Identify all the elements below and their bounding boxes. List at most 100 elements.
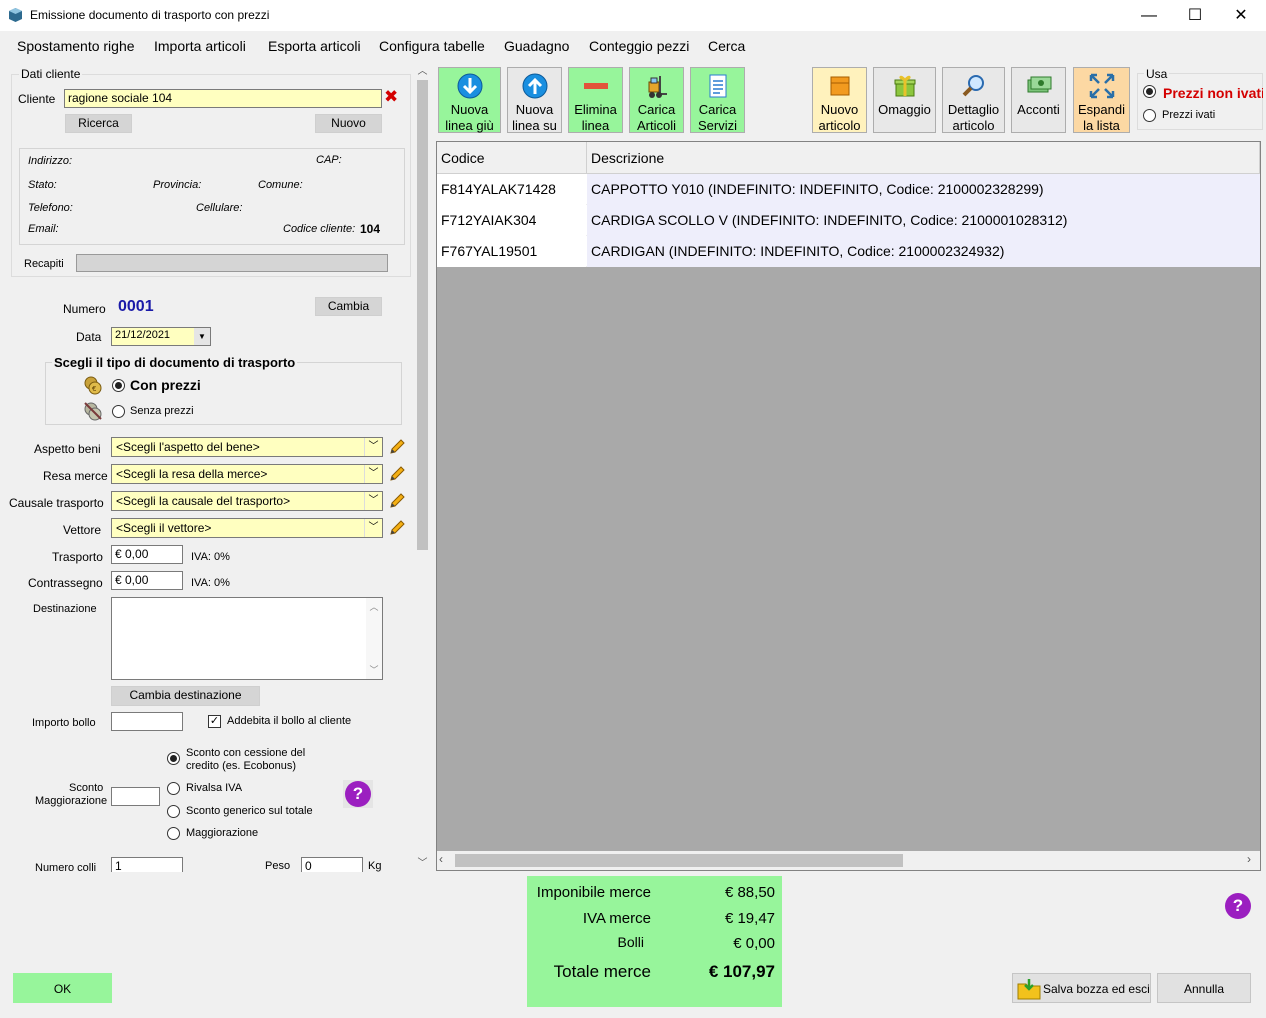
magnifier-icon bbox=[962, 75, 984, 97]
nuova-linea-giu-button[interactable]: Nuova linea giù bbox=[438, 67, 501, 133]
recapiti-field[interactable] bbox=[76, 254, 388, 272]
rivalsa-iva-label: Rivalsa IVA bbox=[186, 782, 243, 794]
textarea-scrollbar[interactable]: ︿ ﹀ bbox=[366, 598, 382, 679]
edit-causale-pencil-icon[interactable] bbox=[388, 492, 406, 510]
column-descrizione[interactable]: Descrizione bbox=[587, 142, 1260, 174]
resa-merce-value: <Scegli la resa della merce> bbox=[116, 467, 268, 481]
menu-configura-tabelle[interactable]: Configura tabelle bbox=[379, 38, 485, 54]
table-row[interactable]: F814YALAK71428 CAPPOTTO Y010 (INDEFINITO:… bbox=[437, 174, 1260, 205]
scroll-left-icon[interactable]: ‹ bbox=[439, 852, 453, 869]
maggiorazione-radio[interactable] bbox=[167, 827, 180, 840]
acconti-button[interactable]: Acconti bbox=[1011, 67, 1066, 133]
clear-cliente-icon[interactable]: ✖ bbox=[384, 88, 400, 105]
trasporto-input[interactable]: € 0,00 bbox=[111, 545, 183, 564]
peso-label: Peso bbox=[265, 860, 291, 872]
close-button[interactable]: ✕ bbox=[1218, 0, 1264, 31]
calendar-dropdown-icon[interactable]: ▼ bbox=[194, 328, 210, 345]
telefono-label: Telefono: bbox=[28, 202, 73, 214]
carica-articoli-button[interactable]: Carica Articoli bbox=[629, 67, 684, 133]
box-icon bbox=[830, 76, 849, 96]
sconto-input[interactable] bbox=[111, 787, 160, 806]
title-bar: Emissione documento di trasporto con pre… bbox=[0, 0, 1266, 31]
maximize-button[interactable]: ☐ bbox=[1172, 0, 1218, 31]
bolli-label: Bolli bbox=[617, 934, 644, 950]
senza-prezzi-radio[interactable] bbox=[112, 405, 125, 418]
table-row[interactable]: F767YAL19501 CARDIGAN (INDEFINITO: INDEFI… bbox=[437, 236, 1260, 267]
horizontal-scroll-thumb[interactable] bbox=[455, 854, 903, 867]
cell-descrizione[interactable]: CARDIGAN (INDEFINITO: INDEFINITO, Codice… bbox=[587, 236, 1260, 267]
data-input[interactable]: 21/12/2021 ▼ bbox=[111, 327, 211, 346]
scroll-up-icon[interactable]: ︿ bbox=[414, 62, 431, 79]
menu-guadagno[interactable]: Guadagno bbox=[504, 38, 569, 54]
scroll-right-icon[interactable]: › bbox=[1247, 852, 1259, 869]
cell-codice[interactable]: F814YALAK71428 bbox=[437, 174, 586, 205]
menu-conteggio-pezzi[interactable]: Conteggio pezzi bbox=[589, 38, 689, 54]
salva-bozza-button[interactable]: Salva bozza ed esci bbox=[1012, 973, 1151, 1003]
chevron-down-icon: ﹀ bbox=[364, 465, 382, 483]
grid-horizontal-scrollbar[interactable]: ‹ › bbox=[437, 851, 1260, 870]
causale-trasporto-select[interactable]: <Scegli la causale del trasporto> ﹀ bbox=[111, 491, 383, 511]
sconto-cessione-label-1: Sconto con cessione del bbox=[186, 747, 306, 759]
resa-merce-label: Resa merce bbox=[43, 469, 108, 483]
cambia-numero-button[interactable]: Cambia bbox=[315, 297, 382, 316]
ok-button[interactable]: OK bbox=[13, 973, 112, 1003]
prezzi-non-ivati-radio[interactable] bbox=[1143, 85, 1156, 98]
left-panel-scrollbar[interactable]: ︿ ﹀ bbox=[414, 62, 431, 872]
nuovo-cliente-button[interactable]: Nuovo bbox=[315, 114, 382, 133]
menu-spostamento-righe[interactable]: Spostamento righe bbox=[17, 38, 135, 54]
ricerca-button[interactable]: Ricerca bbox=[65, 114, 132, 133]
peso-unit: Kg bbox=[368, 860, 382, 872]
nuova-linea-su-button[interactable]: Nuova linea su bbox=[507, 67, 562, 133]
table-row[interactable]: F712YAIAK304 CARDIGA SCOLLO V (INDEFINITO… bbox=[437, 205, 1260, 236]
cliente-input[interactable]: ragione sociale 104 bbox=[64, 89, 382, 108]
sconto-help-button[interactable]: ? bbox=[343, 780, 373, 808]
menu-importa-articoli[interactable]: Importa articoli bbox=[154, 38, 246, 54]
imponibile-label: Imponibile merce bbox=[536, 884, 651, 901]
dettaglio-articolo-button[interactable]: Dettaglio articolo bbox=[942, 67, 1005, 133]
chevron-down-icon: ﹀ bbox=[364, 519, 382, 537]
causale-trasporto-label: Causale trasporto bbox=[9, 496, 104, 510]
aspetto-beni-select[interactable]: <Scegli l'aspetto del bene> ﹀ bbox=[111, 437, 383, 457]
cell-descrizione[interactable]: CAPPOTTO Y010 (INDEFINITO: INDEFINITO, C… bbox=[587, 174, 1260, 205]
senza-prezzi-label: Senza prezzi bbox=[130, 405, 194, 417]
cell-codice[interactable]: F712YAIAK304 bbox=[437, 205, 586, 236]
carica-servizi-button[interactable]: Carica Servizi bbox=[690, 67, 745, 133]
numero-value: 0001 bbox=[118, 298, 154, 315]
numero-colli-input[interactable]: 1 bbox=[111, 857, 183, 872]
con-prezzi-radio[interactable] bbox=[112, 379, 125, 392]
espandi-lista-button[interactable]: Espandi la lista bbox=[1073, 67, 1130, 133]
nuovo-articolo-button[interactable]: Nuovo articolo bbox=[812, 67, 867, 133]
cell-codice[interactable]: F767YAL19501 bbox=[437, 236, 586, 267]
menu-cerca[interactable]: Cerca bbox=[708, 38, 745, 54]
peso-input[interactable]: 0 bbox=[301, 857, 363, 872]
vettore-select[interactable]: <Scegli il vettore> ﹀ bbox=[111, 518, 383, 538]
addebita-bollo-checkbox[interactable]: ✓ bbox=[208, 715, 221, 728]
sconto-generico-label: Sconto generico sul totale bbox=[186, 805, 313, 817]
totale-merce-value: € 107,97 bbox=[708, 962, 775, 981]
help-icon[interactable]: ? bbox=[1225, 893, 1251, 919]
column-codice[interactable]: Codice bbox=[437, 142, 587, 174]
edit-vettore-pencil-icon[interactable] bbox=[388, 519, 406, 537]
rivalsa-iva-radio[interactable] bbox=[167, 782, 180, 795]
menu-esporta-articoli[interactable]: Esporta articoli bbox=[268, 38, 361, 54]
importo-bollo-input[interactable] bbox=[111, 712, 183, 731]
cap-label: CAP: bbox=[316, 154, 342, 166]
edit-aspetto-pencil-icon[interactable] bbox=[388, 438, 406, 456]
omaggio-button[interactable]: Omaggio bbox=[873, 67, 936, 133]
contrassegno-input[interactable]: € 0,00 bbox=[111, 571, 183, 590]
elimina-linea-button[interactable]: Elimina linea bbox=[568, 67, 623, 133]
cambia-destinazione-button[interactable]: Cambia destinazione bbox=[111, 686, 260, 706]
cell-descrizione[interactable]: CARDIGA SCOLLO V (INDEFINITO: INDEFINITO… bbox=[587, 205, 1260, 236]
edit-resa-pencil-icon[interactable] bbox=[388, 465, 406, 483]
window-title: Emissione documento di trasporto con pre… bbox=[30, 8, 270, 22]
trasporto-iva: IVA: 0% bbox=[191, 551, 230, 563]
sconto-generico-radio[interactable] bbox=[167, 805, 180, 818]
destinazione-textarea[interactable]: ︿ ﹀ bbox=[111, 597, 383, 680]
scroll-down-icon[interactable]: ﹀ bbox=[414, 854, 431, 871]
minimize-button[interactable]: — bbox=[1126, 0, 1172, 31]
resa-merce-select[interactable]: <Scegli la resa della merce> ﹀ bbox=[111, 464, 383, 484]
prezzi-ivati-radio[interactable] bbox=[1143, 109, 1156, 122]
annulla-button[interactable]: Annulla bbox=[1157, 973, 1251, 1003]
scroll-thumb[interactable] bbox=[417, 80, 428, 550]
sconto-cessione-radio[interactable] bbox=[167, 752, 180, 765]
